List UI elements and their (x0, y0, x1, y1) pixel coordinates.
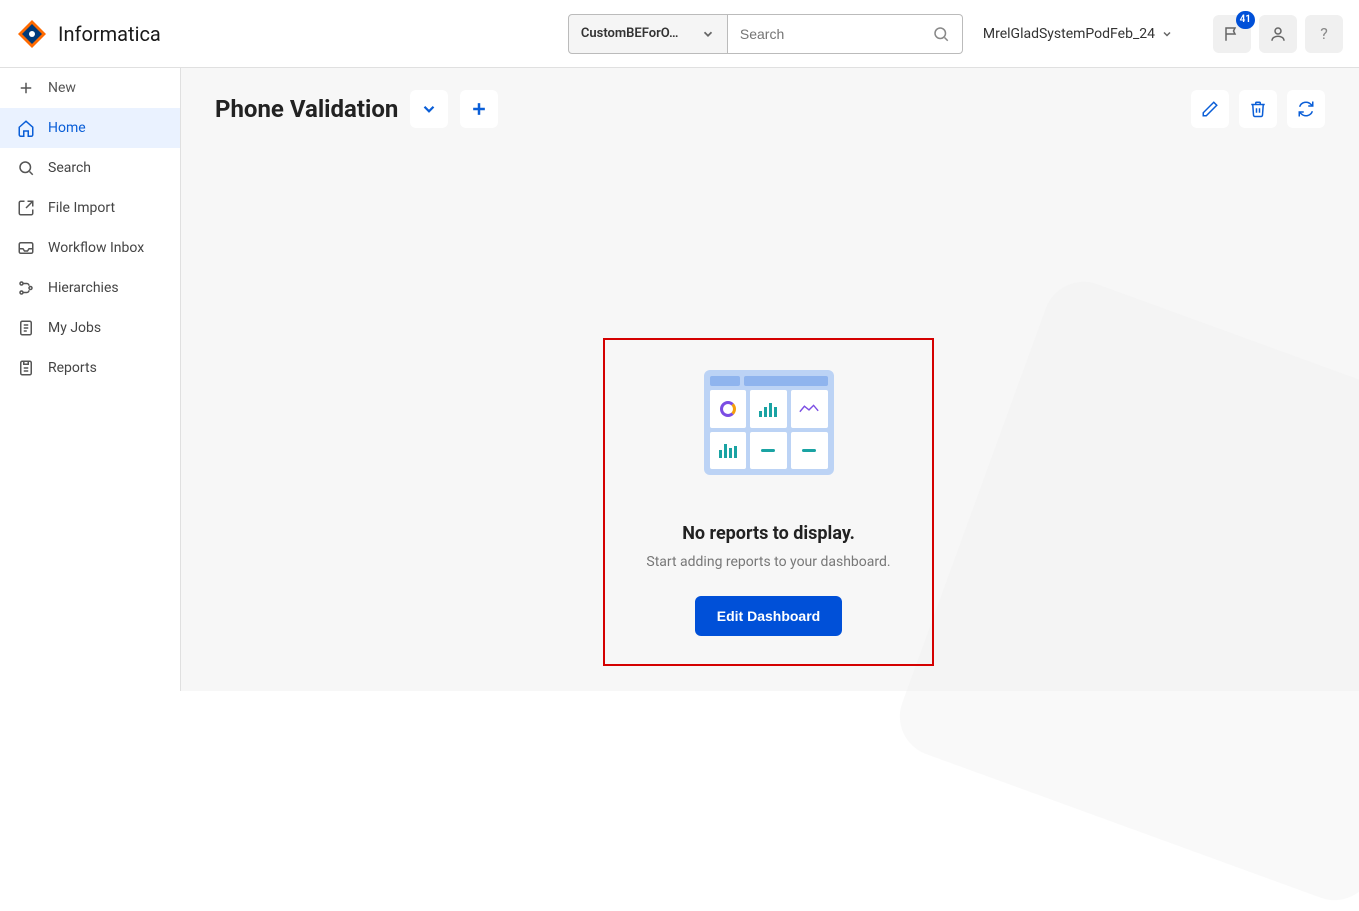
layout: New Home Search File Import Workflow Inb… (0, 68, 1359, 691)
search-icon[interactable] (932, 25, 950, 43)
sidebar-item-search[interactable]: Search (0, 148, 180, 188)
account-menu[interactable]: MrelGladSystemPodFeb_24 (983, 26, 1173, 42)
sidebar-item-label: File Import (48, 200, 115, 216)
be-selector-label: CustomBEForO… (581, 26, 679, 41)
search-box (728, 14, 963, 54)
informatica-logo-icon (16, 18, 48, 50)
trash-icon (1249, 100, 1267, 118)
hierarchy-icon (16, 278, 36, 298)
search-group: CustomBEForO… (568, 14, 963, 54)
jobs-icon (16, 318, 36, 338)
refresh-button[interactable] (1287, 90, 1325, 128)
edit-button[interactable] (1191, 90, 1229, 128)
business-entity-selector[interactable]: CustomBEForO… (568, 14, 728, 54)
brand: Informatica (16, 18, 161, 50)
user-button[interactable] (1259, 15, 1297, 53)
sidebar-item-my-jobs[interactable]: My Jobs (0, 308, 180, 348)
sidebar-item-label: Reports (48, 360, 97, 376)
reports-icon (16, 358, 36, 378)
search-icon (16, 158, 36, 178)
sidebar-item-label: New (48, 80, 76, 96)
chevron-down-icon (420, 100, 438, 118)
account-name: MrelGladSystemPodFeb_24 (983, 26, 1155, 42)
dashboard-dropdown-button[interactable] (410, 90, 448, 128)
sidebar: New Home Search File Import Workflow Inb… (0, 68, 181, 691)
sidebar-item-home[interactable]: Home (0, 108, 180, 148)
sidebar-item-label: Hierarchies (48, 280, 119, 296)
help-button[interactable]: ? (1305, 15, 1343, 53)
empty-state-highlight: No reports to display. Start adding repo… (603, 338, 934, 666)
sidebar-item-reports[interactable]: Reports (0, 348, 180, 388)
flag-icon (1223, 25, 1241, 43)
question-icon: ? (1320, 24, 1328, 43)
sidebar-item-label: My Jobs (48, 320, 101, 336)
notifications-button[interactable]: 41 (1213, 15, 1251, 53)
sidebar-item-hierarchies[interactable]: Hierarchies (0, 268, 180, 308)
app-header: Informatica CustomBEForO… MrelGladSystem… (0, 0, 1359, 68)
add-dashboard-button[interactable] (460, 90, 498, 128)
header-actions: 41 ? (1213, 15, 1343, 53)
sidebar-item-label: Workflow Inbox (48, 240, 144, 256)
sidebar-item-label: Home (48, 120, 86, 136)
inbox-icon (16, 238, 36, 258)
search-input[interactable] (740, 26, 932, 42)
user-icon (1269, 25, 1287, 43)
dashboard-illustration-icon (704, 370, 834, 475)
edit-dashboard-button[interactable]: Edit Dashboard (695, 596, 842, 636)
pencil-icon (1201, 100, 1219, 118)
delete-button[interactable] (1239, 90, 1277, 128)
refresh-icon (1297, 100, 1315, 118)
chevron-down-icon (701, 27, 715, 41)
page-title: Phone Validation (215, 95, 398, 123)
page-actions (1191, 90, 1325, 128)
notification-badge: 41 (1236, 11, 1255, 29)
import-icon (16, 198, 36, 218)
brand-name: Informatica (58, 22, 161, 46)
sidebar-item-new[interactable]: New (0, 68, 180, 108)
sidebar-item-file-import[interactable]: File Import (0, 188, 180, 228)
plus-icon (469, 99, 489, 119)
sidebar-item-label: Search (48, 160, 91, 176)
home-icon (16, 118, 36, 138)
empty-state-subtitle: Start adding reports to your dashboard. (646, 554, 890, 570)
main-content: Phone Validation (181, 68, 1359, 691)
background-decoration (889, 271, 1359, 911)
plus-icon (16, 78, 36, 98)
empty-state-title: No reports to display. (682, 523, 855, 544)
sidebar-item-workflow-inbox[interactable]: Workflow Inbox (0, 228, 180, 268)
page-header: Phone Validation (215, 90, 1325, 128)
chevron-down-icon (1161, 28, 1173, 40)
